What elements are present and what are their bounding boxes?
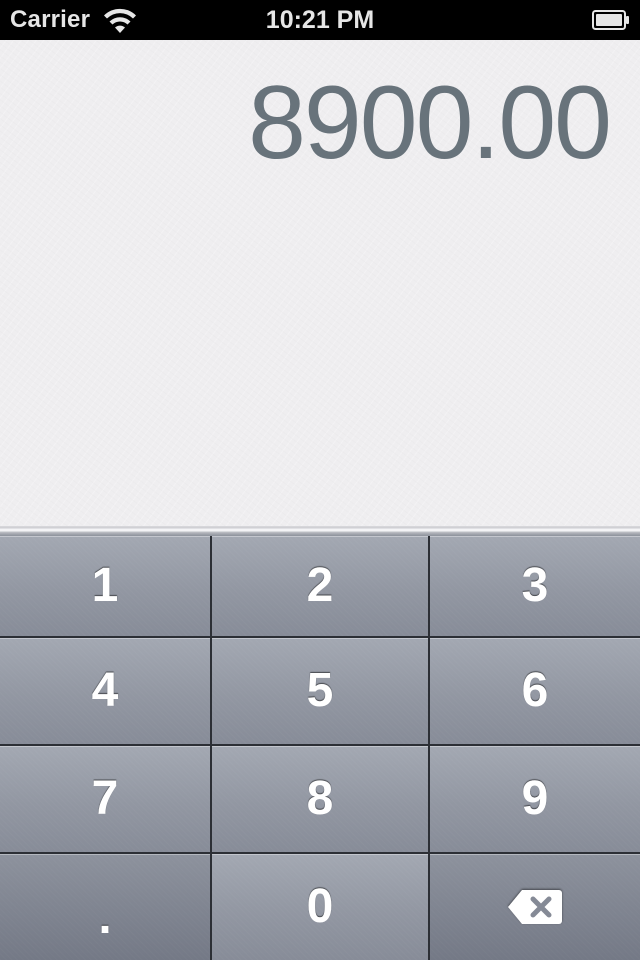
- key-0-label: 0: [306, 880, 334, 933]
- key-1-label: 1: [91, 559, 119, 612]
- clock: 10:21 PM: [265, 6, 375, 34]
- key-8-label: 8: [306, 772, 334, 825]
- key-9-label: 9: [521, 772, 549, 825]
- key-0[interactable]: 0: [212, 854, 428, 960]
- key-7[interactable]: 7: [0, 746, 210, 852]
- key-decimal[interactable]: .: [0, 854, 210, 960]
- key-3[interactable]: 3: [430, 536, 640, 636]
- key-6[interactable]: 6: [430, 638, 640, 744]
- key-1[interactable]: 1: [0, 536, 210, 636]
- key-5-label: 5: [306, 664, 334, 717]
- key-2-label: 2: [306, 559, 334, 612]
- delete-button[interactable]: [430, 854, 640, 960]
- key-4-label: 4: [91, 664, 119, 717]
- amount-display: 8900.00: [248, 65, 612, 181]
- key-7-label: 7: [91, 772, 119, 825]
- keypad: 1 2 3 4 5 6 7 8 9 . 0: [0, 536, 640, 960]
- key-5[interactable]: 5: [212, 638, 428, 744]
- key-4[interactable]: 4: [0, 638, 210, 744]
- status-bar: Carrier 10:21 PM: [0, 0, 640, 40]
- key-6-label: 6: [521, 664, 549, 717]
- key-decimal-label: .: [98, 891, 112, 944]
- key-3-label: 3: [521, 559, 549, 612]
- display-area: 8900.00: [0, 40, 640, 526]
- battery-icon: [592, 10, 629, 30]
- key-9[interactable]: 9: [430, 746, 640, 852]
- key-8[interactable]: 8: [212, 746, 428, 852]
- key-2[interactable]: 2: [212, 536, 428, 636]
- backspace-icon: [508, 890, 562, 924]
- keypad-divider: [0, 526, 640, 536]
